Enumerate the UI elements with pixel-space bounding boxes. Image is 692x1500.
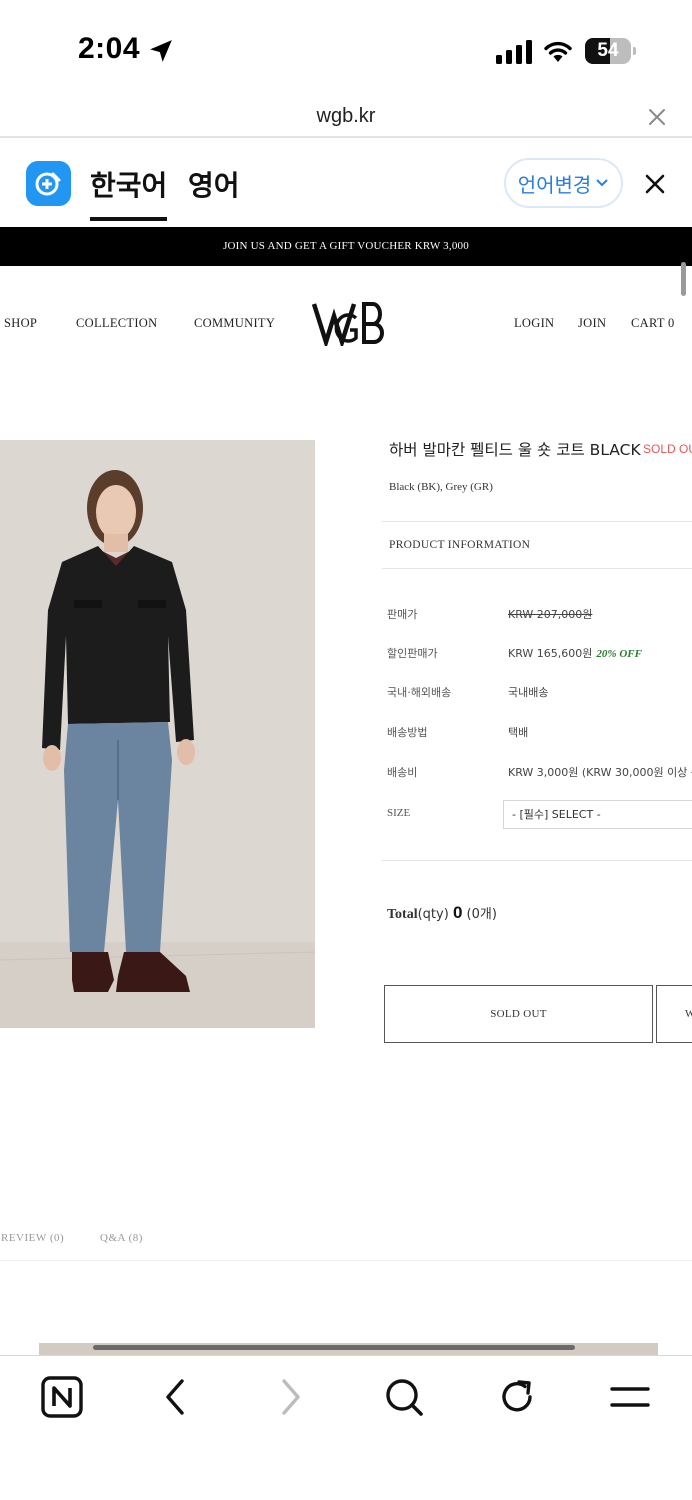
shipping-method: 택배 (508, 726, 529, 739)
tab-qna[interactable]: Q&A (8) (100, 1232, 143, 1244)
close-translate-icon[interactable] (644, 173, 666, 195)
sold-out-button[interactable]: SOLD OUT (384, 985, 653, 1043)
discount-badge: 20% OFF (596, 648, 642, 660)
nav-login[interactable]: LOGIN (514, 316, 554, 331)
divider (0, 1260, 692, 1261)
sale-price-row: KRW 165,600원 20% OFF (508, 645, 642, 661)
price-label: 판매가 (387, 608, 418, 621)
sold-out-badge: SOLD OUT (643, 442, 692, 456)
divider (382, 568, 692, 569)
close-icon[interactable] (646, 106, 668, 128)
browser-toolbar (0, 1355, 692, 1500)
size-select[interactable]: - [필수] SELECT - (503, 800, 692, 829)
nav-join[interactable]: JOIN (578, 316, 606, 331)
change-language-button[interactable]: 언어변경 (504, 158, 623, 208)
total-quantity: Total(qty) 0 (0개) (387, 903, 497, 923)
divider (382, 860, 692, 861)
sale-price: KRW 165,600원 (508, 647, 593, 660)
menu-icon[interactable] (608, 1375, 652, 1419)
sale-price-label: 할인판매가 (387, 647, 438, 660)
nav-collection[interactable]: COLLECTION (76, 316, 157, 331)
nav-cart[interactable]: CART 0 (631, 316, 675, 331)
search-icon[interactable] (382, 1375, 426, 1419)
vertical-scrollbar[interactable] (681, 262, 686, 296)
shipping-region: 국내배송 (508, 686, 549, 699)
cellular-signal-icon (496, 40, 532, 64)
total-unit: (qty) (417, 907, 449, 922)
original-price: KRW 207,000원 (508, 608, 593, 621)
battery-indicator: 54 (585, 38, 636, 64)
product-image[interactable] (0, 440, 315, 1028)
tab-korean[interactable]: 한국어 (90, 164, 168, 221)
naver-n-icon[interactable] (40, 1375, 84, 1419)
total-label: Total (387, 907, 418, 922)
translate-bar: 한국어 영어 언어변경 (0, 140, 692, 226)
change-language-label: 언어변경 (517, 172, 592, 197)
wgb-logo[interactable] (312, 300, 388, 346)
shipping-method-label: 배송방법 (387, 726, 428, 739)
url-bar[interactable]: wgb.kr (0, 100, 692, 138)
refresh-icon[interactable] (495, 1375, 539, 1419)
battery-percent: 54 (597, 40, 619, 61)
clock: 2:04 (78, 32, 141, 65)
tab-english[interactable]: 영어 (188, 164, 240, 204)
promo-banner[interactable]: JOIN US AND GET A GIFT VOUCHER KRW 3,000 (0, 227, 692, 266)
shipping-fee: KRW 3,000원 (KRW 30,000원 이상 구매 (508, 766, 692, 779)
status-bar: 2:04 54 (0, 0, 692, 100)
back-icon[interactable] (154, 1375, 198, 1419)
translate-app-icon (26, 161, 71, 206)
location-arrow-icon (150, 40, 172, 62)
shipping-fee-label: 배송비 (387, 766, 418, 779)
tab-review[interactable]: REVIEW (0) (1, 1232, 64, 1244)
shipping-region-label: 국내·해외배송 (387, 686, 452, 699)
forward-icon[interactable] (268, 1375, 312, 1419)
wishlist-button[interactable]: W (656, 985, 692, 1043)
product-name: 하버 발마칸 펠티드 울 숏 코트 BLACK (389, 441, 641, 459)
chevron-down-icon (596, 179, 609, 187)
nav-shop[interactable]: SHOP (4, 316, 37, 331)
total-count: (0개) (466, 907, 497, 922)
size-label: SIZE (387, 807, 411, 819)
divider (382, 521, 692, 522)
horizontal-scrollbar[interactable] (93, 1345, 575, 1350)
product-photo (0, 440, 315, 1028)
wifi-icon (544, 41, 572, 62)
product-information-toggle[interactable]: PRODUCT INFORMATION (389, 539, 530, 551)
nav-community[interactable]: COMMUNITY (194, 316, 275, 331)
url-text[interactable]: wgb.kr (0, 105, 692, 128)
total-qty: 0 (452, 903, 463, 922)
product-colors: Black (BK), Grey (GR) (389, 481, 493, 493)
